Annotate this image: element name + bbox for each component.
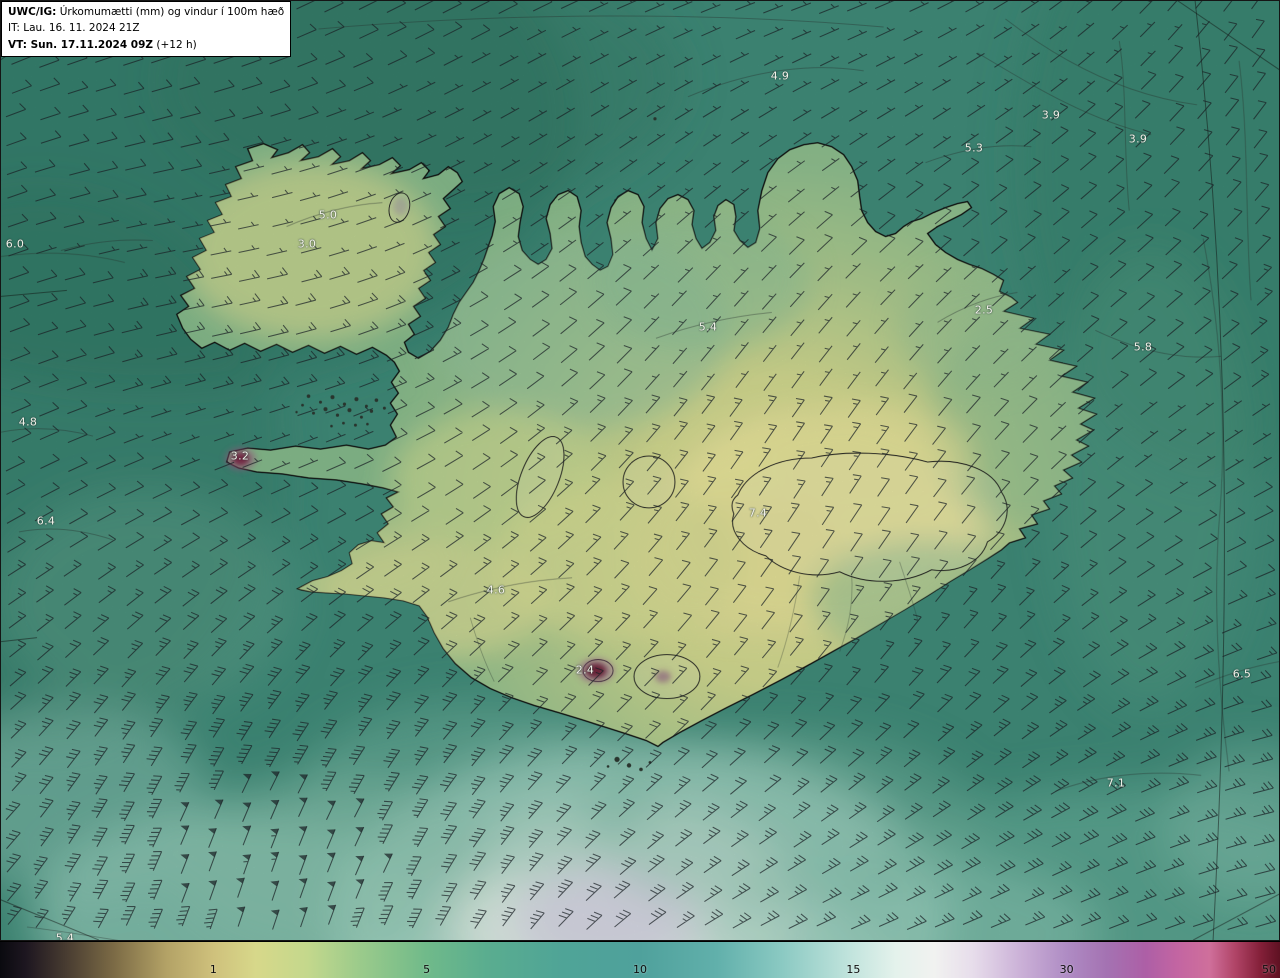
halftone-texture — [1, 1, 1279, 940]
colorbar-tick-label: 30 — [1060, 963, 1074, 976]
map-title-line: UWC/IG: Úrkomumætti (mm) og vindur í 100… — [8, 4, 284, 20]
colorbar-tick-label: 10 — [633, 963, 647, 976]
colorbar-tick-label: 15 — [846, 963, 860, 976]
valid-offset-label: (+12 h) — [153, 39, 197, 51]
colorbar: 1510153050 — [0, 941, 1280, 978]
init-time-line: IT: Lau. 16. 11. 2024 21Z — [8, 20, 284, 36]
forecast-info-box: UWC/IG: Úrkomumætti (mm) og vindur í 100… — [1, 1, 291, 57]
colorbar-tick-label: 50 — [1262, 963, 1276, 976]
valid-time-label: VT: Sun. 17.11.2024 09Z — [8, 39, 153, 51]
valid-time-line: VT: Sun. 17.11.2024 09Z (+12 h) — [8, 37, 284, 53]
field-title: Úrkomumætti (mm) og vindur í 100m hæð — [56, 6, 284, 18]
colorbar-ticks: 1510153050 — [0, 942, 1280, 978]
model-label: UWC/IG: — [8, 6, 56, 18]
weather-map: 4.93.93.95.35.03.06.02.55.45.84.83.26.47… — [0, 0, 1280, 941]
colorbar-tick-label: 5 — [423, 963, 430, 976]
colorbar-tick-label: 1 — [210, 963, 217, 976]
map-canvas — [1, 1, 1279, 940]
